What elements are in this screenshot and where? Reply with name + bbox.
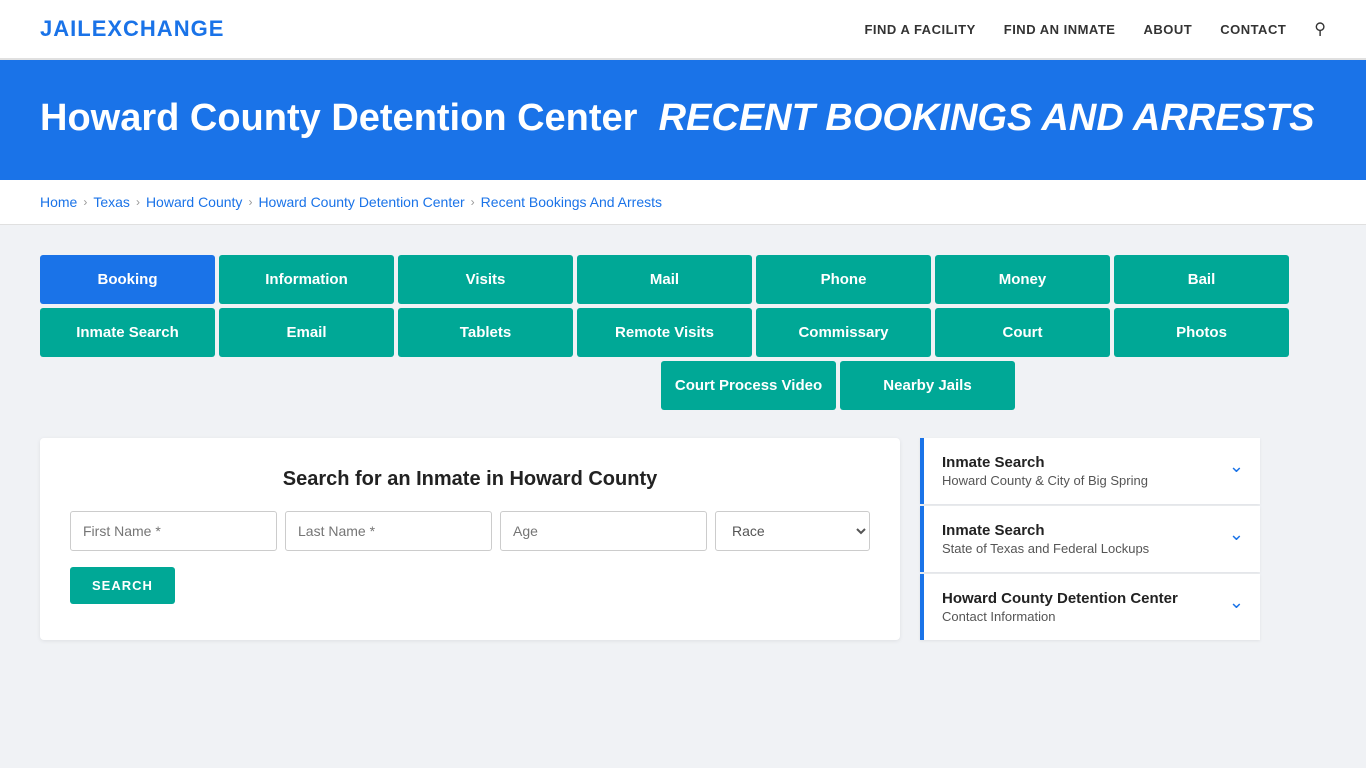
category-button-grid: Booking Information Visits Mail Phone Mo…: [40, 255, 1326, 410]
nav-find-inmate[interactable]: FIND AN INMATE: [1004, 22, 1116, 37]
search-fields: Race: [70, 511, 870, 551]
sidebar-item-1[interactable]: Inmate Search Howard County & City of Bi…: [920, 438, 1260, 504]
button-row-1: Booking Information Visits Mail Phone Mo…: [40, 255, 1326, 304]
btn-court[interactable]: Court: [935, 308, 1110, 357]
logo-text-exchange: EXCHANGE: [92, 16, 225, 41]
breadcrumb-sep-3: ›: [248, 195, 252, 209]
button-row-3: Court Process Video Nearby Jails: [40, 361, 1326, 410]
chevron-down-icon-1: ⌄: [1229, 456, 1244, 477]
btn-remote-visits[interactable]: Remote Visits: [577, 308, 752, 357]
breadcrumb-sep-4: ›: [471, 195, 475, 209]
btn-money[interactable]: Money: [935, 255, 1110, 304]
chevron-down-icon-2: ⌄: [1229, 524, 1244, 545]
button-row-2: Inmate Search Email Tablets Remote Visit…: [40, 308, 1326, 357]
btn-mail[interactable]: Mail: [577, 255, 752, 304]
chevron-down-icon-3: ⌄: [1229, 592, 1244, 613]
btn-court-process-video[interactable]: Court Process Video: [661, 361, 836, 410]
btn-email[interactable]: Email: [219, 308, 394, 357]
sidebar-item-2-subtitle: State of Texas and Federal Lockups: [942, 541, 1149, 556]
sidebar-item-1-title: Inmate Search: [942, 454, 1148, 471]
breadcrumb-sep-1: ›: [83, 195, 87, 209]
header: JAILEXCHANGE FIND A FACILITY FIND AN INM…: [0, 0, 1366, 60]
nav-contact[interactable]: CONTACT: [1220, 22, 1286, 37]
btn-commissary[interactable]: Commissary: [756, 308, 931, 357]
nav-about[interactable]: ABOUT: [1143, 22, 1192, 37]
sidebar-item-3-text: Howard County Detention Center Contact I…: [942, 590, 1178, 624]
nav-find-facility[interactable]: FIND A FACILITY: [864, 22, 975, 37]
hero-section: Howard County Detention Center RECENT BO…: [0, 60, 1366, 180]
sidebar: Inmate Search Howard County & City of Bi…: [920, 438, 1260, 642]
breadcrumb: Home › Texas › Howard County › Howard Co…: [0, 180, 1366, 225]
sidebar-item-1-text: Inmate Search Howard County & City of Bi…: [942, 454, 1148, 488]
btn-tablets[interactable]: Tablets: [398, 308, 573, 357]
breadcrumb-current: Recent Bookings And Arrests: [481, 194, 662, 210]
search-icon[interactable]: ⚲: [1314, 19, 1326, 39]
age-input[interactable]: [500, 511, 707, 551]
btn-visits[interactable]: Visits: [398, 255, 573, 304]
breadcrumb-detention[interactable]: Howard County Detention Center: [258, 194, 464, 210]
page-title: Howard County Detention Center RECENT BO…: [40, 96, 1326, 142]
first-name-input[interactable]: [70, 511, 277, 551]
breadcrumb-county[interactable]: Howard County: [146, 194, 243, 210]
sidebar-item-2-text: Inmate Search State of Texas and Federal…: [942, 522, 1149, 556]
btn-inmate-search[interactable]: Inmate Search: [40, 308, 215, 357]
hero-title-italic: RECENT BOOKINGS AND ARRESTS: [659, 97, 1315, 139]
sidebar-item-3-title: Howard County Detention Center: [942, 590, 1178, 607]
logo[interactable]: JAILEXCHANGE: [40, 16, 224, 42]
search-button[interactable]: SEARCH: [70, 567, 175, 604]
logo-text-jail: JAIL: [40, 16, 92, 41]
inmate-search-box: Search for an Inmate in Howard County Ra…: [40, 438, 900, 640]
btn-information[interactable]: Information: [219, 255, 394, 304]
main-content: Booking Information Visits Mail Phone Mo…: [0, 225, 1366, 672]
bottom-section: Search for an Inmate in Howard County Ra…: [40, 438, 1326, 642]
btn-booking[interactable]: Booking: [40, 255, 215, 304]
breadcrumb-texas[interactable]: Texas: [93, 194, 130, 210]
main-nav: FIND A FACILITY FIND AN INMATE ABOUT CON…: [864, 19, 1326, 39]
btn-bail[interactable]: Bail: [1114, 255, 1289, 304]
last-name-input[interactable]: [285, 511, 492, 551]
breadcrumb-home[interactable]: Home: [40, 194, 77, 210]
sidebar-item-1-subtitle: Howard County & City of Big Spring: [942, 473, 1148, 488]
race-select[interactable]: Race: [715, 511, 870, 551]
search-title: Search for an Inmate in Howard County: [70, 468, 870, 491]
sidebar-item-3-subtitle: Contact Information: [942, 609, 1178, 624]
sidebar-item-3[interactable]: Howard County Detention Center Contact I…: [920, 574, 1260, 640]
btn-photos[interactable]: Photos: [1114, 308, 1289, 357]
sidebar-item-2-title: Inmate Search: [942, 522, 1149, 539]
hero-title-main: Howard County Detention Center: [40, 97, 637, 139]
btn-nearby-jails[interactable]: Nearby Jails: [840, 361, 1015, 410]
btn-phone[interactable]: Phone: [756, 255, 931, 304]
sidebar-item-2[interactable]: Inmate Search State of Texas and Federal…: [920, 506, 1260, 572]
breadcrumb-sep-2: ›: [136, 195, 140, 209]
